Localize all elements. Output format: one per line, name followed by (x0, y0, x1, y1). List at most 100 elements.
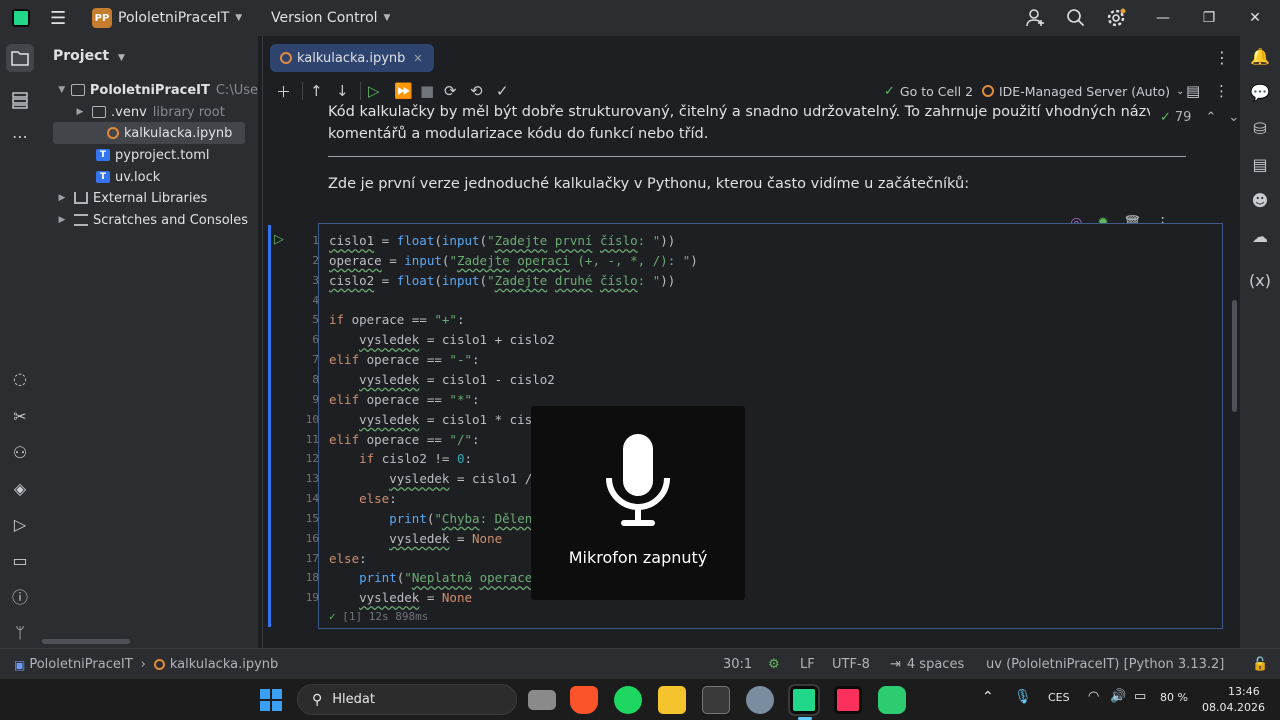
run-cell-gutter-icon[interactable]: ▷ (274, 232, 284, 247)
volume-icon[interactable]: 🔊 (1110, 689, 1126, 704)
code-line[interactable]: 2 operace = input("Zadejte operaci (+, -,… (312, 251, 697, 271)
code-cell[interactable]: ▷ 1 cislo1 = float(input("Zadejte první č… (274, 223, 1223, 629)
tab-kalkulacka[interactable]: kalkulacka.ipynb ✕ (270, 44, 434, 72)
main-menu-icon[interactable]: ☰ (50, 8, 66, 29)
remote-host-icon[interactable]: ☁ (1248, 224, 1272, 248)
chat-app-icon[interactable] (878, 686, 906, 714)
windows-start-icon[interactable] (260, 689, 282, 711)
line-separator[interactable]: LF (800, 657, 815, 672)
intellij-app-icon[interactable] (834, 686, 862, 714)
terminal-icon[interactable]: ▭ (8, 548, 32, 572)
windows-taskbar: ⚲ Hledat ⌃ 🎙 CES ◠ 🔊 ▭ 80 % 13:46 08.04.… (0, 678, 1280, 720)
task-view-icon[interactable] (528, 690, 556, 710)
code-line[interactable]: 7 elif operace == "-": (312, 350, 479, 370)
restore-button[interactable]: ❐ (1186, 0, 1232, 36)
add-user-icon[interactable] (1026, 8, 1046, 28)
line-number: 13 (305, 472, 319, 486)
version-control-menu[interactable]: Version Control ▼ (271, 10, 390, 26)
run-icon[interactable]: ▷ (8, 512, 32, 536)
code-line[interactable]: 19 vysledek = None (306, 588, 472, 608)
code-line[interactable]: 8 vysledek = cislo1 - cislo2 (312, 370, 554, 390)
lock-icon[interactable]: 🔓 (1252, 657, 1268, 672)
close-tab-icon[interactable]: ✕ (413, 52, 422, 65)
title-bar: ☰ PP PololetniPraceIT ▼ Version Control … (0, 0, 1280, 36)
layers-icon[interactable]: ◈ (8, 476, 32, 500)
keyboard-language[interactable]: CES (1048, 691, 1070, 704)
interpreter[interactable]: uv (PololetniPraceIT) [Python 3.13.2] (986, 657, 1224, 672)
clock-date[interactable]: 08.04.2026 (1202, 701, 1265, 714)
tree-item-uvlock[interactable]: T uv.lock (40, 166, 258, 188)
vertical-scrollbar[interactable] (1232, 300, 1237, 412)
project-folder-icon[interactable] (6, 44, 34, 72)
close-button[interactable]: ✕ (1232, 0, 1278, 36)
code-line[interactable]: 11 elif operace == "/": (306, 430, 480, 450)
chevron-down-icon[interactable]: ⌄ (1228, 110, 1239, 125)
tree-item-scratches[interactable]: ▶ Scratches and Consoles (40, 209, 258, 231)
more-options-icon[interactable]: ⋮ (1214, 78, 1229, 104)
python-packages-icon[interactable]: ◌ (8, 366, 32, 390)
caret-position[interactable]: 30:1 (723, 657, 752, 672)
markdown-text: Kód kalkulačky by měl být dobře struktur… (328, 104, 1150, 120)
project-panel-title[interactable]: Project ▼ (53, 48, 125, 64)
file-explorer-icon[interactable] (658, 686, 686, 714)
breadcrumb-file[interactable]: kalkulacka.ipynb (170, 657, 278, 672)
structure-icon[interactable] (8, 88, 32, 112)
code-line[interactable]: 14 else: (306, 489, 397, 509)
minimize-button[interactable]: — (1140, 0, 1186, 36)
code-line[interactable]: 1 cislo1 = float(input("Zadejte první čís… (312, 231, 675, 251)
settings-app-icon[interactable] (746, 686, 774, 714)
more-tools-icon[interactable]: ⋯ (8, 124, 32, 148)
file-encoding[interactable]: UTF-8 (832, 657, 870, 672)
code-line[interactable]: 18 print("Neplatná operace.") (306, 568, 555, 588)
project-switcher[interactable]: PP PololetniPraceIT ▼ (92, 8, 242, 28)
taskbar-search[interactable]: ⚲ Hledat (297, 684, 517, 715)
move-up-icon[interactable]: ↑ (310, 78, 323, 104)
tree-item-kalkulacka[interactable]: kalkulacka.ipynb (53, 122, 245, 144)
search-icon[interactable] (1066, 8, 1086, 28)
code-line[interactable]: 12 if cislo2 != 0: (306, 449, 472, 469)
tree-item-external-libraries[interactable]: ▶ External Libraries (40, 187, 258, 209)
wifi-icon[interactable]: ◠ (1088, 689, 1099, 704)
tree-item-venv[interactable]: ▶ .venv library root (40, 101, 258, 123)
code-line[interactable]: 17 else: (306, 549, 367, 569)
variables-icon[interactable]: ▤ (1186, 78, 1200, 104)
indent-setting[interactable]: ⇥ 4 spaces (890, 657, 964, 672)
breadcrumb-project[interactable]: PololetniPraceIT (29, 657, 132, 672)
code-line[interactable]: 5 if operace == "+": (312, 310, 464, 330)
ai-chat-icon[interactable]: 💬 (1248, 80, 1272, 104)
inspection-widget[interactable]: ✓ 79 ⌃ ⌄ (1160, 110, 1239, 125)
chevron-up-icon[interactable]: ⌃ (1205, 110, 1216, 125)
problems-icon[interactable]: ⓘ (8, 584, 32, 608)
notifications-icon[interactable]: 🔔 (1248, 44, 1272, 68)
clock-time[interactable]: 13:46 (1228, 685, 1260, 698)
terminal-app-icon[interactable] (702, 686, 730, 714)
code-line[interactable]: 9 elif operace == "*": (312, 390, 479, 410)
code-line[interactable]: 3 cislo2 = float(input("Zadejte druhé čís… (312, 271, 675, 291)
jupyter-variables-icon[interactable]: (x) (1248, 268, 1272, 292)
tray-overflow-icon[interactable]: ⌃ (982, 689, 994, 705)
git-icon[interactable]: ᛘ (8, 620, 32, 644)
tree-root-project[interactable]: ▼ PololetniPraceIT C:\Use (40, 79, 258, 101)
brave-browser-icon[interactable] (570, 686, 598, 714)
python-console-icon[interactable]: ⚇ (8, 440, 32, 464)
code-line[interactable]: 16 vysledek = None (306, 529, 502, 549)
tree-hint: C:\Use (215, 82, 258, 98)
code-line[interactable]: 10 vysledek = cislo1 * cislo2 (306, 410, 555, 430)
database-icon[interactable]: ⛁ (1248, 116, 1272, 140)
vcs-status-icon[interactable]: ⚙ (768, 657, 780, 672)
copilot-icon[interactable]: ☻ (1248, 188, 1272, 212)
add-cell-icon[interactable]: ＋ (276, 78, 291, 104)
tab-options-icon[interactable]: ⋮ (1214, 48, 1230, 67)
services-tools-icon[interactable]: ✂ (8, 404, 32, 428)
tree-label: uv.lock (115, 169, 161, 185)
horizontal-scrollbar[interactable] (42, 639, 130, 644)
settings-gear-icon[interactable] (1106, 8, 1126, 28)
battery-icon[interactable]: ▭ (1134, 689, 1146, 704)
pycharm-app-icon[interactable] (788, 684, 820, 716)
code-line[interactable]: 6 vysledek = cislo1 + cislo2 (312, 330, 554, 350)
sciview-icon[interactable]: ▤ (1248, 152, 1272, 176)
spotify-icon[interactable] (614, 686, 642, 714)
tray-microphone-icon[interactable]: 🎙 (1014, 689, 1032, 705)
tree-item-pyproject[interactable]: T pyproject.toml (40, 144, 258, 166)
pycharm-logo-icon[interactable] (11, 8, 31, 28)
